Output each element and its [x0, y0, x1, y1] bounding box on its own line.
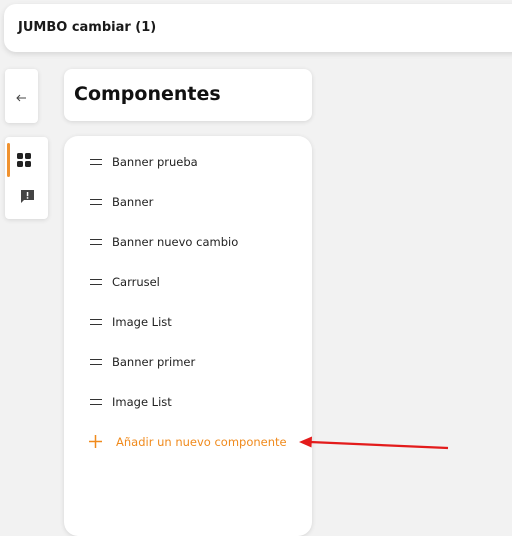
drag-handle-icon[interactable]: [90, 159, 102, 165]
list-item[interactable]: Banner: [90, 194, 300, 214]
component-label: Image List: [112, 395, 172, 409]
component-label: Banner nuevo cambio: [112, 235, 239, 249]
list-item[interactable]: Banner prueba: [90, 154, 300, 174]
feedback-icon[interactable]: [20, 189, 35, 208]
drag-handle-icon[interactable]: [90, 359, 102, 365]
list-item[interactable]: Banner primer: [90, 354, 300, 374]
active-indicator: [7, 143, 10, 177]
components-header: Componentes: [64, 69, 312, 121]
list-item[interactable]: Carrusel: [90, 274, 300, 294]
page-title: JUMBO cambiar (1): [18, 20, 157, 35]
grid-icon[interactable]: [17, 152, 31, 171]
arrow-left-icon: [15, 89, 27, 108]
drag-handle-icon[interactable]: [90, 239, 102, 245]
list-item[interactable]: Image List: [90, 394, 300, 414]
drag-handle-icon[interactable]: [90, 199, 102, 205]
component-label: Carrusel: [112, 275, 160, 289]
drag-handle-icon[interactable]: [90, 399, 102, 405]
annotation-arrow: [299, 436, 449, 450]
add-component-label: Añadir un nuevo componente: [116, 435, 287, 449]
component-label: Image List: [112, 315, 172, 329]
component-label: Banner: [112, 195, 154, 209]
plus-icon: [88, 434, 103, 453]
side-toolbar: [5, 137, 48, 219]
components-list: Banner prueba Banner Banner nuevo cambio…: [64, 136, 312, 536]
panel-heading: Componentes: [74, 83, 221, 105]
component-label: Banner prueba: [112, 155, 198, 169]
drag-handle-icon[interactable]: [90, 319, 102, 325]
list-item[interactable]: Banner nuevo cambio: [90, 234, 300, 254]
drag-handle-icon[interactable]: [90, 279, 102, 285]
top-header-bar: JUMBO cambiar (1): [4, 4, 512, 52]
component-label: Banner primer: [112, 355, 196, 369]
add-component-button[interactable]: Añadir un nuevo componente: [88, 433, 298, 453]
list-item[interactable]: Image List: [90, 314, 300, 334]
back-button[interactable]: [5, 69, 38, 123]
